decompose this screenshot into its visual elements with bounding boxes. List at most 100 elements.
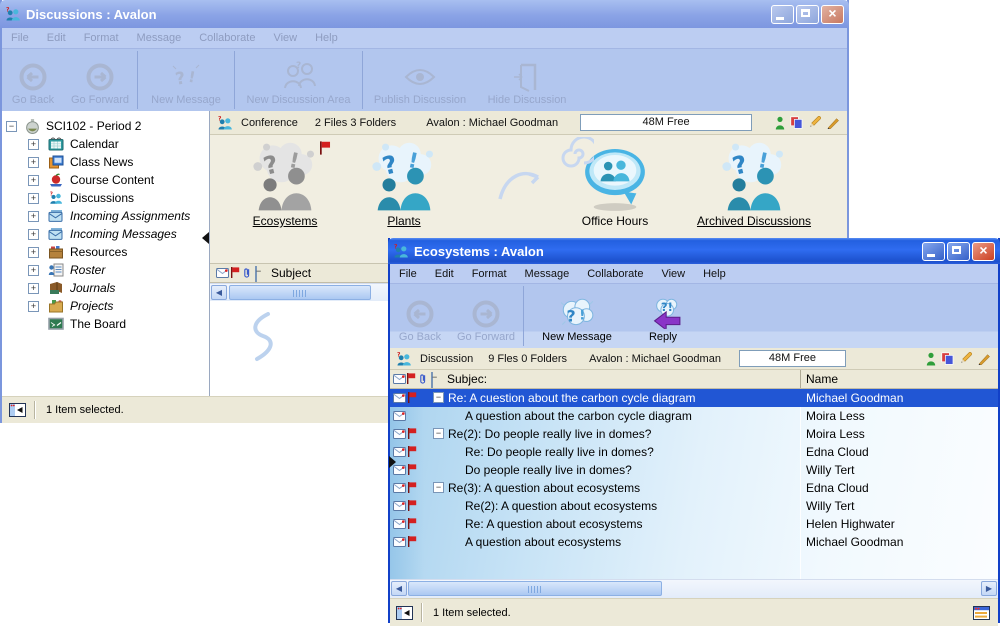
expand-toggle[interactable] xyxy=(28,211,39,222)
menu-format[interactable]: Format xyxy=(75,32,128,44)
message-row[interactable]: Re: A question about ecosystems Helen Hi… xyxy=(390,515,998,533)
tree-item-incoming-assignments[interactable]: Incoming Assignments xyxy=(2,207,209,225)
scroll-left-arrow[interactable]: ◀ xyxy=(211,285,227,300)
new-message-button[interactable]: New Message xyxy=(139,49,233,111)
menu-view[interactable]: View xyxy=(652,268,694,280)
person-status-icon[interactable] xyxy=(775,116,785,130)
subject-column-header[interactable]: Subject xyxy=(271,266,311,280)
menu-collaborate[interactable]: Collaborate xyxy=(578,268,652,280)
tree-item-calendar[interactable]: Calendar xyxy=(2,135,209,153)
view-properties-icon[interactable] xyxy=(973,606,990,620)
go-forward-button[interactable]: Go Forward xyxy=(450,284,522,348)
message-row[interactable]: Re(3): A question about ecosystems Edna … xyxy=(390,479,998,497)
menu-help[interactable]: Help xyxy=(306,32,347,44)
expand-toggle[interactable] xyxy=(28,265,39,276)
tree-item-the-board[interactable]: The Board xyxy=(2,315,209,333)
pane-splitter-arrow[interactable] xyxy=(389,456,396,468)
thread-collapse-toggle[interactable] xyxy=(433,428,444,439)
menu-collaborate[interactable]: Collaborate xyxy=(190,32,264,44)
collapse-all-toggle[interactable] xyxy=(255,266,257,282)
folder-plants[interactable]: Plants xyxy=(348,141,460,228)
minimize-button[interactable] xyxy=(922,242,945,261)
menu-message[interactable]: Message xyxy=(516,268,579,280)
go-forward-button[interactable]: Go Forward xyxy=(64,49,136,111)
expand-toggle[interactable] xyxy=(28,283,39,294)
scroll-thumb[interactable] xyxy=(408,581,662,596)
discussions-titlebar[interactable]: Discussions : Avalon xyxy=(0,0,849,28)
scroll-thumb[interactable] xyxy=(229,285,371,300)
folder-ecosystems[interactable]: Ecosystems xyxy=(224,141,346,228)
panel-toggle-icon[interactable] xyxy=(9,403,26,417)
menu-message[interactable]: Message xyxy=(128,32,191,44)
pages-icon[interactable] xyxy=(790,116,803,129)
expand-toggle[interactable] xyxy=(28,247,39,258)
horizontal-scrollbar[interactable]: ◀ ▶ xyxy=(390,579,998,598)
scroll-left-arrow[interactable]: ◀ xyxy=(391,581,407,596)
expand-toggle[interactable] xyxy=(28,157,39,168)
tree-item-projects[interactable]: Projects xyxy=(2,297,209,315)
tree-item-roster[interactable]: Roster xyxy=(2,261,209,279)
maximize-button[interactable] xyxy=(796,5,819,24)
subject-column-header[interactable]: Subjec: xyxy=(447,372,487,386)
back-arrow-icon xyxy=(18,62,48,92)
tree-item-discussions[interactable]: Discussions xyxy=(2,189,209,207)
hide-discussion-button[interactable]: Hide Discussion xyxy=(476,49,578,111)
tree-root[interactable]: SCI102 - Period 2 xyxy=(2,117,209,135)
new-message-button[interactable]: New Message xyxy=(525,284,629,348)
person-status-icon[interactable] xyxy=(926,352,936,366)
go-back-button[interactable]: Go Back xyxy=(390,284,450,348)
discussion-info-bar: Discussion 9 Fles 0 Folders Avalon : Mic… xyxy=(390,348,998,370)
maximize-button[interactable] xyxy=(947,242,970,261)
tree-item-journals[interactable]: Journals xyxy=(2,279,209,297)
tree-item-resources[interactable]: Resources xyxy=(2,243,209,261)
panel-toggle-icon[interactable] xyxy=(396,606,413,620)
message-row[interactable]: A question about ecosystems Michael Good… xyxy=(390,533,998,551)
close-button[interactable] xyxy=(972,242,995,261)
expand-toggle[interactable] xyxy=(28,175,39,186)
minimize-button[interactable] xyxy=(771,5,794,24)
close-button[interactable] xyxy=(821,5,844,24)
tree-label: Incoming Messages xyxy=(70,227,177,241)
column-divider[interactable] xyxy=(800,370,801,388)
ecosystems-titlebar[interactable]: Ecosystems : Avalon xyxy=(388,238,1000,264)
pencil-icon[interactable] xyxy=(959,352,972,365)
menu-file[interactable]: File xyxy=(2,32,38,44)
tree-item-course-content[interactable]: Course Content xyxy=(2,171,209,189)
menu-format[interactable]: Format xyxy=(463,268,516,280)
quill-icon[interactable] xyxy=(977,352,991,365)
tree-item-class-news[interactable]: Class News xyxy=(2,153,209,171)
go-back-button[interactable]: Go Back xyxy=(2,49,64,111)
collapse-all-toggle[interactable] xyxy=(431,372,433,388)
thread-collapse-toggle[interactable] xyxy=(433,392,444,403)
expand-toggle[interactable] xyxy=(28,139,39,150)
thread-collapse-toggle[interactable] xyxy=(433,482,444,493)
menu-file[interactable]: File xyxy=(390,268,426,280)
publish-discussion-button[interactable]: Publish Discussion xyxy=(364,49,476,111)
pencil-icon[interactable] xyxy=(808,116,821,129)
message-row[interactable]: Re: Do people really live in domes? Edna… xyxy=(390,443,998,461)
menu-help[interactable]: Help xyxy=(694,268,735,280)
scroll-right-arrow[interactable]: ▶ xyxy=(981,581,997,596)
expand-toggle[interactable] xyxy=(28,229,39,240)
message-row[interactable]: Re: A cuestion about the carbon cycle di… xyxy=(390,389,998,407)
pane-splitter-arrow[interactable] xyxy=(202,232,209,244)
message-row[interactable]: A question about the carbon cycle diagra… xyxy=(390,407,998,425)
collapse-toggle[interactable] xyxy=(6,121,17,132)
message-row[interactable]: Re(2): Do people really live in domes? M… xyxy=(390,425,998,443)
tree-item-incoming-messages[interactable]: Incoming Messages xyxy=(2,225,209,243)
message-row[interactable]: Do people really live in domes? Willy Te… xyxy=(390,461,998,479)
expand-toggle[interactable] xyxy=(28,193,39,204)
new-discussion-area-button[interactable]: New Discussion Area xyxy=(236,49,361,111)
reply-button[interactable]: Reply xyxy=(629,284,697,348)
message-row[interactable]: Re(2): A question about ecosystems Willy… xyxy=(390,497,998,515)
window-icon xyxy=(5,6,21,22)
pages-icon[interactable] xyxy=(941,352,954,365)
expand-toggle[interactable] xyxy=(28,301,39,312)
folder-archived-discussions[interactable]: Archived Discussions xyxy=(668,141,840,228)
menu-edit[interactable]: Edit xyxy=(426,268,463,280)
menu-edit[interactable]: Edit xyxy=(38,32,75,44)
quill-icon[interactable] xyxy=(826,116,840,129)
menu-view[interactable]: View xyxy=(264,32,306,44)
message-subject: Re(2): Do people really live in domes? xyxy=(448,427,651,441)
name-column-header[interactable]: Name xyxy=(806,372,838,386)
